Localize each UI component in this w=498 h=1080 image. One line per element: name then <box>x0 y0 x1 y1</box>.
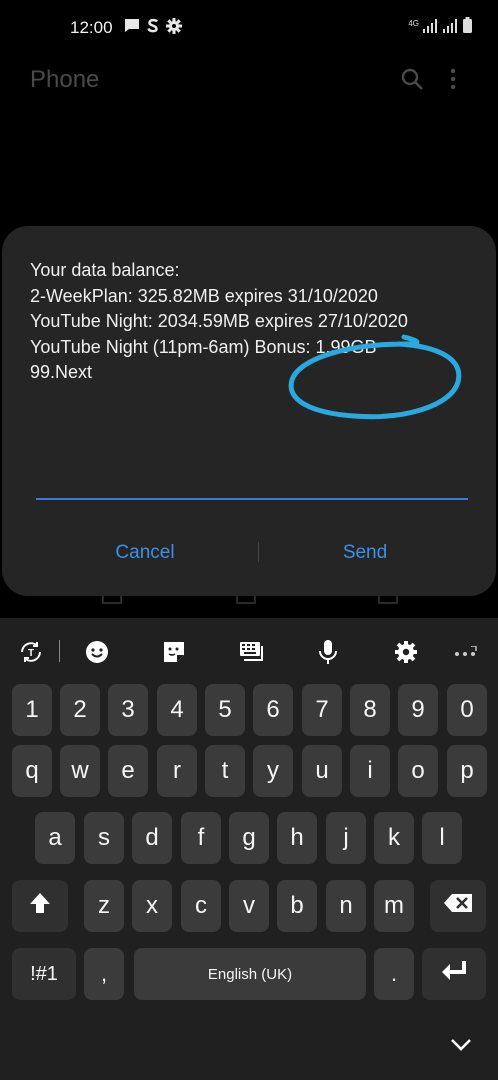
button-divider <box>258 542 259 562</box>
mic-icon[interactable] <box>313 638 343 666</box>
key-r[interactable]: r <box>157 745 197 797</box>
enter-key[interactable] <box>422 948 486 1000</box>
sticker-icon[interactable] <box>159 638 189 666</box>
key-b[interactable]: b <box>277 880 317 932</box>
page-title: Phone <box>30 66 100 93</box>
key-v[interactable]: v <box>229 880 269 932</box>
key-h[interactable]: h <box>277 812 317 864</box>
translate-icon[interactable]: T <box>16 638 46 666</box>
search-icon[interactable] <box>400 67 424 96</box>
key-l[interactable]: l <box>422 812 462 864</box>
key-n[interactable]: n <box>326 880 366 932</box>
key-g[interactable]: g <box>229 812 269 864</box>
enter-icon <box>440 960 468 989</box>
key-6[interactable]: 6 <box>253 684 293 736</box>
period-key[interactable]: . <box>374 948 414 1000</box>
comma-key[interactable]: , <box>84 948 124 1000</box>
status-time: 12:00 <box>70 18 113 37</box>
keyboard: T 1 2 3 4 5 6 7 8 9 0 q w e r t y u i o <box>0 618 498 1080</box>
network-type: 4G <box>408 19 419 28</box>
key-z[interactable]: z <box>84 880 124 932</box>
key-7[interactable]: 7 <box>302 684 342 736</box>
key-a[interactable]: a <box>35 812 75 864</box>
key-1[interactable]: 1 <box>12 684 52 736</box>
chevron-down-icon[interactable] <box>450 1038 472 1057</box>
key-t[interactable]: t <box>205 745 245 797</box>
key-d[interactable]: d <box>132 812 172 864</box>
key-q[interactable]: q <box>12 745 52 797</box>
key-i[interactable]: i <box>350 745 390 797</box>
key-k[interactable]: k <box>374 812 414 864</box>
message-icon <box>124 18 140 38</box>
key-e[interactable]: e <box>108 745 148 797</box>
shift-key[interactable] <box>12 880 68 932</box>
key-9[interactable]: 9 <box>398 684 438 736</box>
key-p[interactable]: p <box>447 745 487 797</box>
key-5[interactable]: 5 <box>205 684 245 736</box>
key-m[interactable]: m <box>374 880 414 932</box>
backspace-icon <box>443 892 473 920</box>
key-o[interactable]: o <box>398 745 438 797</box>
skype-icon <box>146 18 160 39</box>
svg-text:T: T <box>28 648 34 659</box>
key-s[interactable]: s <box>84 812 124 864</box>
key-j[interactable]: j <box>326 812 366 864</box>
signal-icon <box>423 19 439 38</box>
key-x[interactable]: x <box>132 880 172 932</box>
key-4[interactable]: 4 <box>157 684 197 736</box>
signal-icon <box>443 19 459 38</box>
symbols-key[interactable]: !#1 <box>12 948 76 1000</box>
app-bar: Phone <box>0 56 498 106</box>
key-3[interactable]: 3 <box>108 684 148 736</box>
gear-icon <box>166 17 182 39</box>
key-u[interactable]: u <box>302 745 342 797</box>
keyboard-toolbar: T <box>0 618 498 684</box>
reply-input[interactable] <box>36 498 468 500</box>
key-c[interactable]: c <box>181 880 221 932</box>
space-key[interactable]: English (UK) <box>134 948 366 1000</box>
shift-icon <box>28 891 52 922</box>
highlight-annotation <box>288 334 462 420</box>
backspace-key[interactable] <box>430 880 486 932</box>
cancel-button[interactable]: Cancel <box>90 538 200 568</box>
key-w[interactable]: w <box>60 745 100 797</box>
battery-icon <box>463 17 472 38</box>
key-2[interactable]: 2 <box>60 684 100 736</box>
send-button[interactable]: Send <box>310 538 420 568</box>
emoji-icon[interactable] <box>82 638 112 666</box>
status-bar: 12:00 4G <box>0 0 498 56</box>
more-vert-icon[interactable] <box>450 68 456 95</box>
key-y[interactable]: y <box>253 745 293 797</box>
keyboard-layout-icon[interactable] <box>237 638 267 666</box>
toolbar-separator <box>59 640 60 662</box>
key-8[interactable]: 8 <box>350 684 390 736</box>
gear-icon[interactable] <box>391 638 421 666</box>
more-icon[interactable] <box>450 638 480 666</box>
key-f[interactable]: f <box>181 812 221 864</box>
key-0[interactable]: 0 <box>447 684 487 736</box>
